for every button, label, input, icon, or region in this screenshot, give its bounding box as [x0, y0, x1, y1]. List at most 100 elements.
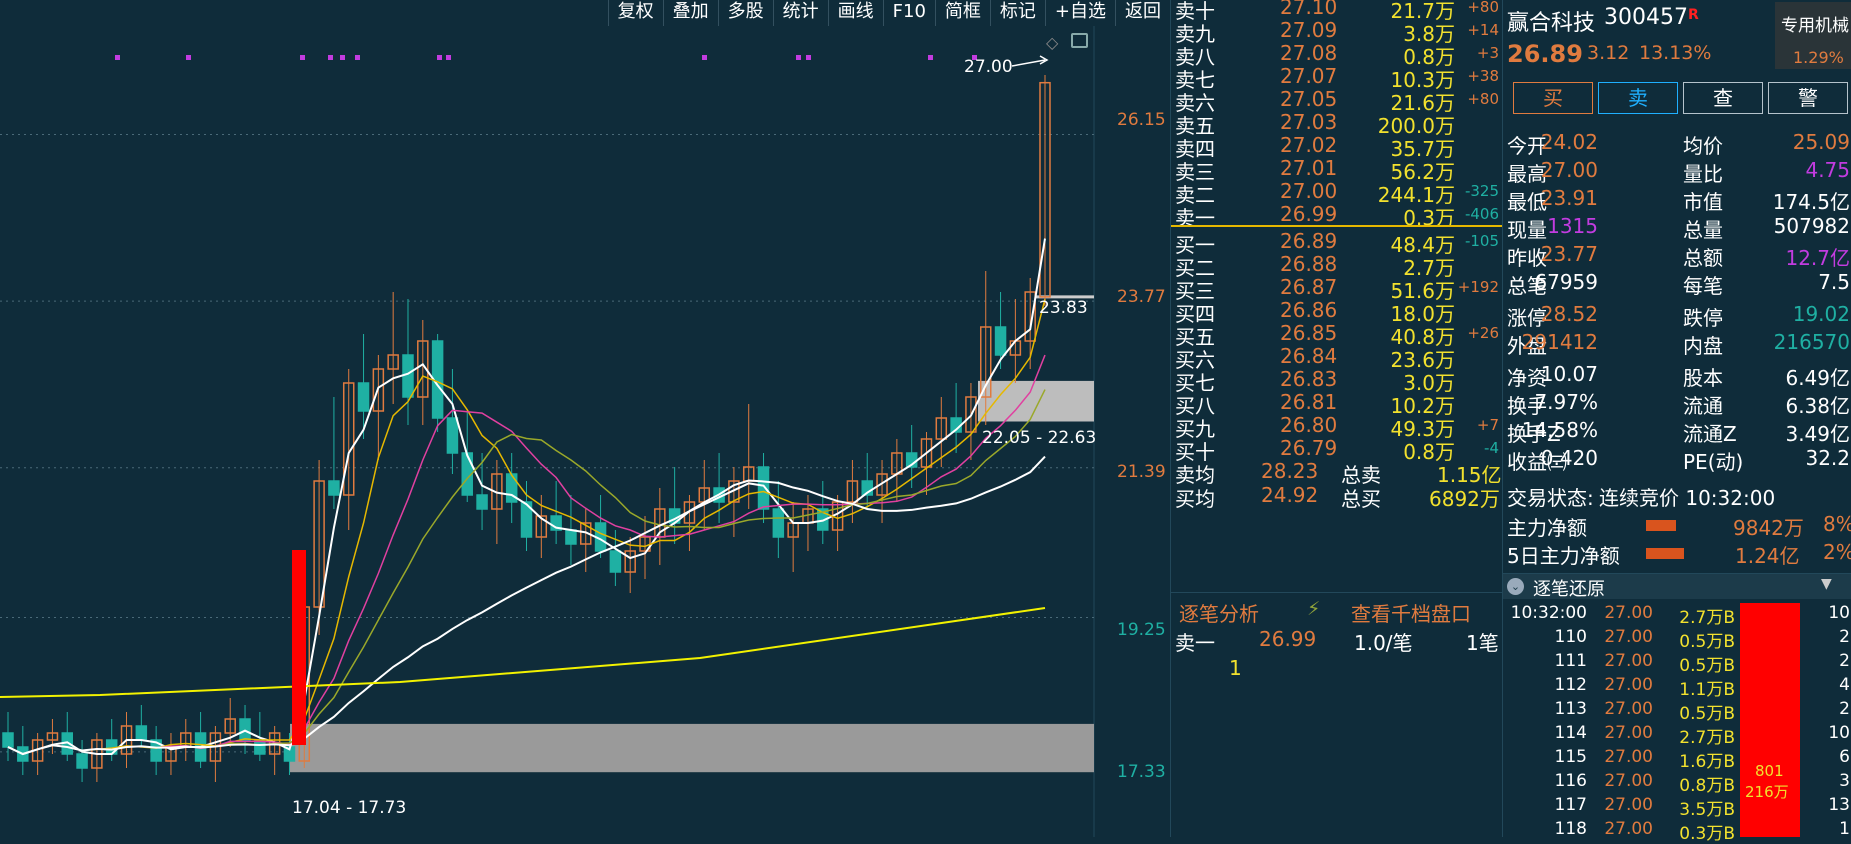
tick-volume: 0.5万B [1679, 632, 1735, 652]
toolbar-draw-button[interactable]: 画线 [827, 0, 883, 26]
candle-body [446, 417, 459, 454]
depth-change: +14 [1467, 21, 1499, 39]
total-buy: 6892万 [1429, 487, 1500, 511]
sector-box[interactable]: 专用机械 1.29% [1775, 2, 1851, 69]
tab-trade-analysis[interactable]: 逐笔分析 [1179, 598, 1259, 627]
buy-button[interactable]: 买 [1513, 82, 1593, 114]
candle-body [2, 732, 14, 748]
sell-button[interactable]: 卖 [1598, 82, 1678, 114]
candle-body [757, 466, 770, 510]
tick-row[interactable]: 118 27.00 0.3万B 1 [1503, 819, 1851, 844]
ticks-title: 逐笔还原 [1533, 579, 1605, 600]
toolbar-add-watchlist-button[interactable]: +自选 [1044, 0, 1115, 26]
stat-label: 每笔 [1683, 274, 1723, 298]
tick-row[interactable]: 10:32:00 27.00 2.7万B 10 [1503, 603, 1851, 628]
depth-price: 26.79 [1280, 436, 1338, 460]
stat-label: 量比 [1683, 162, 1723, 186]
stat-label: 总额 [1683, 246, 1723, 270]
tick-row[interactable]: 116 27.00 0.8万B 3 [1503, 771, 1851, 796]
stat-value: 7.97% [1534, 390, 1598, 414]
tick-volume: 3.5万B [1679, 800, 1735, 820]
tick-price: 26.99 [1259, 627, 1317, 651]
stat-label: 流通Z [1683, 422, 1737, 446]
signal-dot [355, 55, 360, 60]
stat-value: 6.49亿 [1785, 366, 1850, 390]
tick-count: 2 [1839, 627, 1850, 647]
kline-chart-panel[interactable]: ◇ 复权 叠加 多股 统计 画线 F10 简框 标记 +自选 返回 26.15 … [0, 0, 1170, 837]
tick-price: 27.00 [1604, 795, 1653, 815]
depth-price: 26.84 [1280, 344, 1338, 368]
candle-body [609, 550, 622, 573]
stat-label: 股本 [1683, 366, 1723, 390]
depth-price: 26.83 [1280, 367, 1338, 391]
price-axis-label: 23.77 [1117, 287, 1166, 307]
zone-low-label: 17.04 - 17.73 [292, 798, 407, 818]
tick-row[interactable]: 113 27.00 0.5万B 2 [1503, 699, 1851, 724]
price-axis-label: 17.33 [1117, 762, 1166, 782]
layout-icon[interactable] [1071, 33, 1088, 48]
signal-dot [437, 55, 442, 60]
sector-pct: 1.29% [1793, 48, 1844, 67]
stat-value: 291412 [1521, 330, 1598, 354]
tick-volume: 2.7万B [1679, 728, 1735, 748]
tick-price: 27.00 [1604, 603, 1653, 623]
stat-value: 24.02 [1540, 130, 1598, 154]
alert-button[interactable]: 警 [1768, 82, 1848, 114]
tick-row[interactable]: 114 27.00 2.7万B 10 [1503, 723, 1851, 748]
signal-dot [300, 55, 305, 60]
tick-volume: 0.5万B [1679, 656, 1735, 676]
ma30-line [7, 389, 1046, 755]
depth-change: +3 [1476, 44, 1499, 62]
toolbar-overlay-button[interactable]: 叠加 [662, 0, 718, 26]
limit-up-marker [292, 550, 306, 745]
signal-dot [928, 55, 933, 60]
tick-volume: 0.5万B [1679, 704, 1735, 724]
candle-body [565, 529, 577, 545]
tick-row[interactable]: 110 27.00 0.5万B 2 [1503, 627, 1851, 652]
high-price-label: 27.00 [964, 57, 1013, 77]
stat-label: 总量 [1683, 218, 1723, 242]
tab-depth-view[interactable]: 查看千档盘口 [1351, 598, 1471, 627]
main-flow-pct: 8% [1823, 512, 1851, 536]
stat-value: 67959 [1534, 270, 1598, 294]
toolbar-multi-stock-button[interactable]: 多股 [717, 0, 773, 26]
candle-body [76, 753, 88, 769]
ma20-line [7, 354, 1046, 755]
collapse-icon[interactable]: ⌄ [1507, 578, 1524, 595]
toolbar-back-button[interactable]: 返回 [1115, 0, 1170, 26]
five-day-flow-pct: 2% [1823, 540, 1851, 564]
signal-dot [186, 55, 191, 60]
tick-row[interactable]: 117 27.00 3.5万B 13 [1503, 795, 1851, 820]
stat-value: 1315 [1547, 214, 1598, 238]
total-buy-label: 总买 [1341, 487, 1381, 511]
tick-row[interactable]: 112 27.00 1.1万B 4 [1503, 675, 1851, 700]
toolbar-mark-button[interactable]: 标记 [989, 0, 1045, 26]
candlestick-chart[interactable]: ◇ [0, 0, 1170, 837]
toolbar-simple-frame-button[interactable]: 简框 [934, 0, 990, 26]
candle-body [135, 725, 148, 741]
depth-change: +80 [1467, 0, 1499, 16]
tick-count: 4 [1839, 675, 1850, 695]
stat-label: PE(动) [1683, 450, 1744, 474]
tick-row[interactable]: 115 27.00 1.6万B 6 [1503, 747, 1851, 772]
tick-row[interactable]: 111 27.00 0.5万B 2 [1503, 651, 1851, 676]
bid-avg-label: 买均 [1175, 487, 1215, 511]
signal-dot [702, 55, 707, 60]
zone-high-label: 22.05 - 22.63 [982, 428, 1097, 448]
tick-volume: 0.8万B [1679, 776, 1735, 796]
stat-value: 10.07 [1540, 362, 1598, 386]
toolbar-f10-button[interactable]: F10 [882, 0, 935, 26]
filter-icon[interactable]: ▼ [1821, 576, 1832, 592]
five-day-flow-bar [1646, 548, 1684, 559]
tick-count: 10 [1828, 723, 1850, 743]
depth-price: 26.80 [1280, 413, 1338, 437]
main-flow-value: 9842万 [1733, 516, 1804, 540]
depth-change: +80 [1467, 90, 1499, 108]
ticks-header[interactable]: ⌄ 逐笔还原 ▼ [1503, 573, 1851, 600]
price-axis-label: 26.15 [1117, 110, 1166, 130]
stat-label: 内盘 [1683, 334, 1723, 358]
signal-dot [446, 55, 451, 60]
toolbar-fuquan-button[interactable]: 复权 [607, 0, 663, 26]
toolbar-stats-button[interactable]: 统计 [772, 0, 828, 26]
query-button[interactable]: 查 [1683, 82, 1763, 114]
